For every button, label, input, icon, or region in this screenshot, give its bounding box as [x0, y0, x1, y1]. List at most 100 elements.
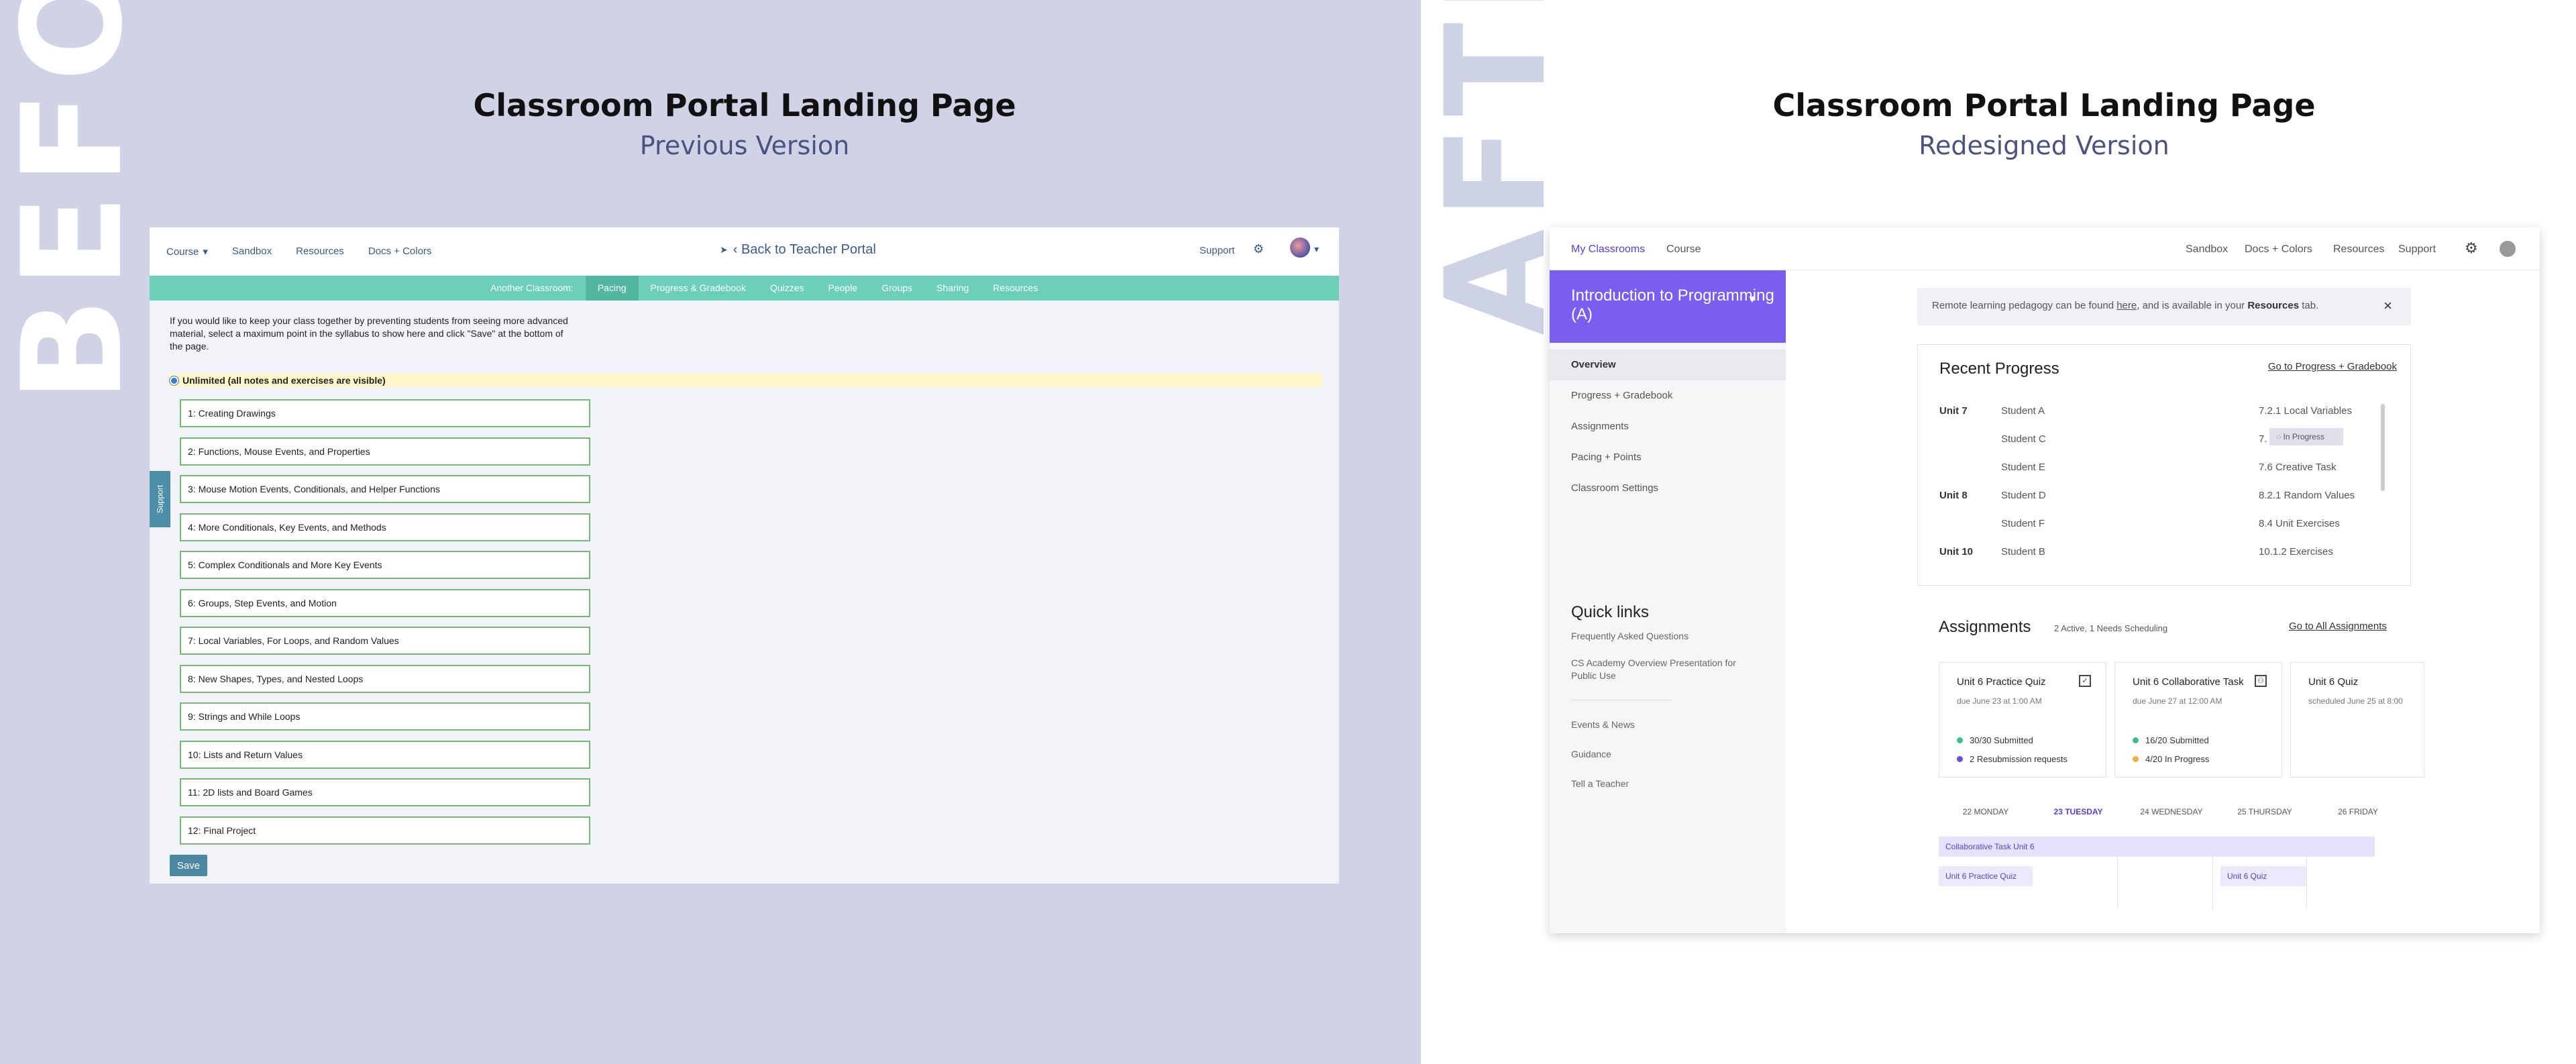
tab-pacing[interactable]: Pacing: [585, 276, 639, 301]
all-assignments-link[interactable]: Go to All Assignments: [2289, 621, 2387, 632]
unit-item[interactable]: 8: New Shapes, Types, and Nested Loops: [180, 664, 590, 693]
tab-people[interactable]: People: [816, 276, 870, 301]
avatar[interactable]: [1290, 237, 1310, 258]
title-before: Classroom Portal Landing Page: [473, 87, 1016, 123]
student-name: Student E: [2001, 462, 2045, 473]
nav-docs[interactable]: Docs + Colors: [368, 246, 432, 258]
scrollbar[interactable]: [2381, 404, 2385, 491]
unit-item[interactable]: 1: Creating Drawings: [180, 399, 590, 427]
tab-quizzes[interactable]: Quizzes: [758, 276, 816, 301]
tooltip-label: In Progress: [2283, 432, 2324, 441]
lesson-name: 7.: [2259, 433, 2267, 445]
unit-item[interactable]: 5: Complex Conditionals and More Key Eve…: [180, 551, 590, 579]
unit-label: Unit 7: [1939, 405, 1968, 417]
tab-classroom[interactable]: Another Classroom:: [478, 276, 586, 301]
assignments-title: Assignments: [1939, 618, 2031, 636]
quick-link-faq[interactable]: Frequently Asked Questions: [1571, 630, 1746, 643]
unit-item[interactable]: 6: Groups, Step Events, and Motion: [180, 588, 590, 617]
subtitle-before: Previous Version: [639, 131, 850, 160]
tab-resources[interactable]: Resources: [981, 276, 1050, 301]
calendar-day: 24 WEDNESDAY: [2140, 807, 2203, 816]
recent-progress-card: Recent Progress Go to Progress + Gradebo…: [1917, 344, 2411, 586]
assignment-due: scheduled June 25 at 8:00: [2308, 696, 2403, 706]
progress-row[interactable]: Unit 10 Student B 10.1.2 Exercises: [1939, 546, 2396, 574]
spinner-icon: ◌: [2276, 432, 2282, 441]
tab-sharing[interactable]: Sharing: [924, 276, 981, 301]
calendar-event[interactable]: Unit 6 Practice Quiz: [1939, 866, 2033, 886]
assignment-card[interactable]: Unit 6 Quiz scheduled June 25 at 8:00: [2290, 662, 2424, 778]
tab-groups[interactable]: Groups: [869, 276, 924, 301]
progress-row[interactable]: Student E 7.6 Creative Task: [1939, 462, 2396, 490]
stat-in-progress: 4/20 In Progress: [2133, 754, 2209, 764]
support-link[interactable]: Support: [1199, 245, 1235, 256]
gear-icon[interactable]: ⚙: [2465, 240, 2478, 257]
nav-sandbox[interactable]: Sandbox: [232, 246, 272, 258]
link-events[interactable]: Events & News: [1571, 719, 1746, 731]
calendar-divider: [2212, 853, 2213, 909]
unit-item[interactable]: 7: Local Variables, For Loops, and Rando…: [180, 627, 590, 655]
unlimited-option[interactable]: Unlimited (all notes and exercises are v…: [168, 374, 1322, 387]
chevron-down-icon[interactable]: ▾: [1314, 244, 1319, 255]
gear-icon[interactable]: ⚙: [1253, 242, 1264, 256]
sidebar-item-overview[interactable]: Overview: [1550, 350, 1786, 380]
course-selector[interactable]: Introduction to Programming (A) ▼: [1550, 270, 1786, 343]
quick-link-presentation[interactable]: CS Academy Overview Presentation for Pub…: [1571, 657, 1746, 682]
radio-selected-icon[interactable]: [170, 376, 178, 385]
student-name: Student A: [2001, 405, 2045, 417]
unit-item[interactable]: 10: Lists and Return Values: [180, 740, 590, 769]
assignment-card[interactable]: Unit 6 Practice Quiz due June 23 at 1:00…: [1939, 662, 2106, 778]
back-to-teacher-portal[interactable]: ➤ ‹ Back to Teacher Portal: [720, 242, 876, 258]
pacing-intro: If you would like to keep your class tog…: [170, 315, 568, 352]
unit-label: Unit 10: [1939, 546, 1974, 557]
tab-progress[interactable]: Progress & Gradebook: [639, 276, 758, 301]
stat-label: 4/20 In Progress: [2145, 754, 2210, 764]
nav-sandbox[interactable]: Sandbox: [2186, 244, 2228, 256]
unit-item[interactable]: 2: Functions, Mouse Events, and Properti…: [180, 437, 590, 466]
progress-row[interactable]: Unit 8 Student D 8.2.1 Random Values: [1939, 490, 2396, 518]
close-icon[interactable]: ×: [2383, 297, 2392, 315]
course-name: Introduction to Programming (A): [1571, 286, 1774, 323]
avatar[interactable]: [2500, 241, 2516, 257]
unit-item[interactable]: 12: Final Project: [180, 816, 590, 845]
sidebar-item-settings[interactable]: Classroom Settings: [1550, 473, 1786, 504]
assignment-card[interactable]: Unit 6 Collaborative Task due June 27 at…: [2114, 662, 2282, 778]
stat-submitted: 30/30 Submitted: [1957, 735, 2033, 745]
cursor-icon: ➤: [720, 244, 728, 255]
main-content: Remote learning pedagogy can be found he…: [1786, 270, 2540, 933]
banner-here-link[interactable]: here: [2116, 300, 2137, 311]
sidebar-item-progress[interactable]: Progress + Gradebook: [1550, 380, 1786, 411]
unit-item[interactable]: 11: 2D lists and Board Games: [180, 778, 590, 806]
checkbox-icon: ✓: [2079, 675, 2091, 687]
save-button[interactable]: Save: [170, 855, 207, 876]
unit-list: 1: Creating Drawings 2: Functions, Mouse…: [180, 399, 590, 854]
calendar-event[interactable]: Collaborative Task Unit 6: [1939, 837, 2375, 857]
nav-course[interactable]: Course: [1666, 244, 1701, 256]
unit-item[interactable]: 9: Strings and While Loops: [180, 702, 590, 731]
unit-item[interactable]: 4: More Conditionals, Key Events, and Me…: [180, 513, 590, 541]
unit-item[interactable]: 3: Mouse Motion Events, Conditionals, an…: [180, 475, 590, 503]
nav-support[interactable]: Support: [2398, 244, 2436, 256]
progress-gradebook-link[interactable]: Go to Progress + Gradebook: [2268, 361, 2397, 372]
nav-resources[interactable]: Resources: [296, 246, 344, 258]
student-name: Student B: [2001, 546, 2045, 557]
calendar-event[interactable]: Unit 6 Quiz: [2220, 866, 2306, 886]
banner-text: , and is available in your: [2137, 300, 2248, 311]
nav-course-label: Course: [166, 246, 199, 258]
progress-row[interactable]: Student F 8.4 Unit Exercises: [1939, 518, 2396, 546]
classroom-tabs: Another Classroom: Pacing Progress & Gra…: [150, 276, 1339, 301]
assignments-summary: 2 Active, 1 Needs Scheduling: [2054, 623, 2168, 633]
assignment-due: due June 27 at 12:00 AM: [2133, 696, 2222, 706]
sidebar-item-pacing[interactable]: Pacing + Points: [1550, 442, 1786, 473]
nav-docs[interactable]: Docs + Colors: [2245, 244, 2312, 256]
quick-links-title: Quick links: [1571, 603, 1650, 621]
purple-dot-icon: [1957, 756, 1963, 762]
sidebar-item-assignments[interactable]: Assignments: [1550, 411, 1786, 442]
support-tab[interactable]: Support: [150, 471, 170, 527]
link-tell-teacher[interactable]: Tell a Teacher: [1571, 778, 1746, 790]
nav-my-classrooms[interactable]: My Classrooms: [1571, 244, 1645, 256]
nav-resources[interactable]: Resources: [2333, 244, 2384, 256]
unit-label: Unit 8: [1939, 490, 1968, 501]
subtitle-after: Redesigned Version: [1919, 131, 2169, 160]
nav-course[interactable]: Course ▾: [166, 246, 208, 258]
link-guidance[interactable]: Guidance: [1571, 748, 1746, 761]
